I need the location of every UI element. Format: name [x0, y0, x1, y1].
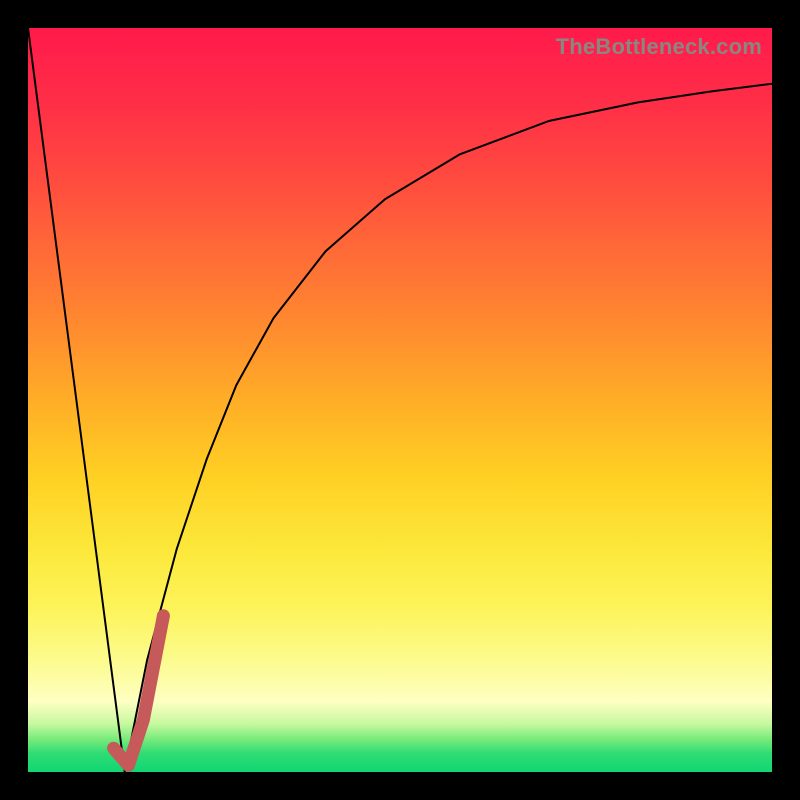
plot-area: TheBottleneck.com: [28, 28, 772, 772]
outer-frame: TheBottleneck.com: [0, 0, 800, 800]
series-right-branch-curve: [125, 84, 772, 772]
series-left-branch: [28, 28, 125, 772]
watermark-text: TheBottleneck.com: [556, 34, 762, 60]
curves-layer: [28, 28, 772, 772]
